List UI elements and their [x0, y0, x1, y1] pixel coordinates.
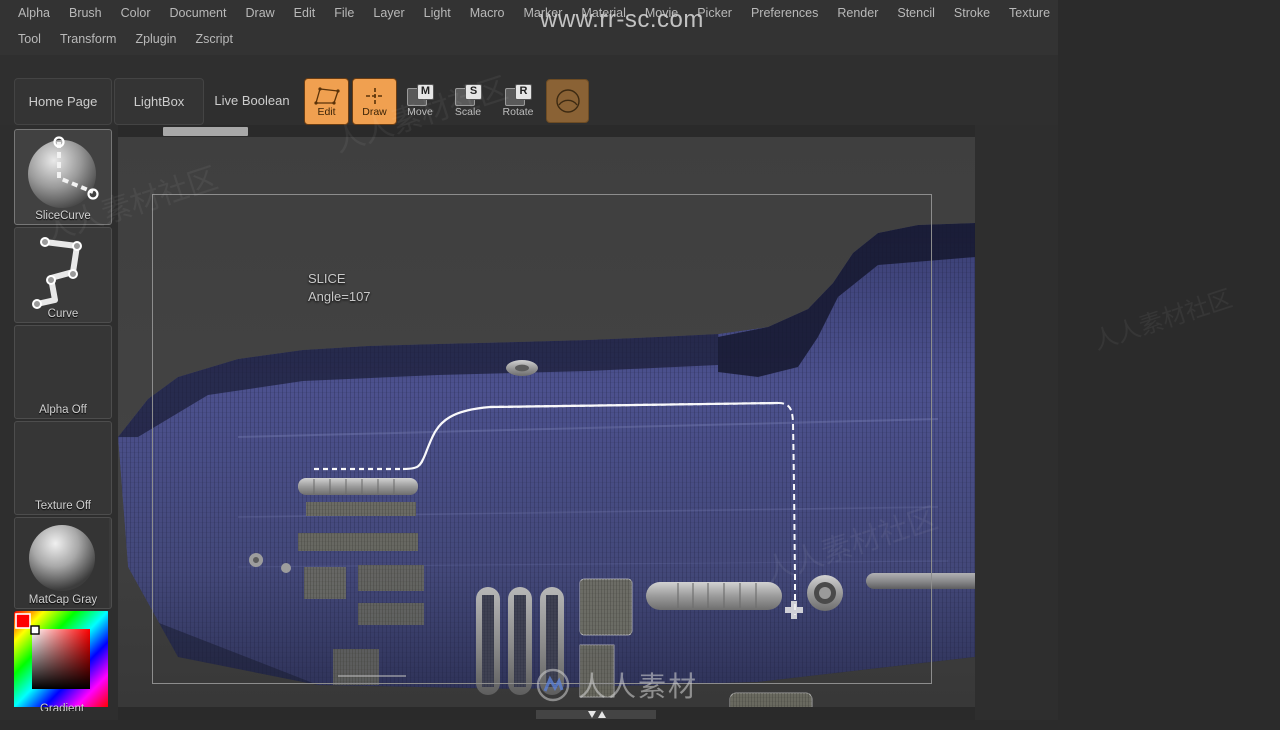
home-page-button[interactable]: Home Page	[14, 78, 112, 125]
document-frame	[152, 194, 932, 684]
canvas-area[interactable]: SLICE Angle=107 人人素材	[118, 125, 975, 720]
menu-item-layer[interactable]: Layer	[365, 2, 412, 24]
live-boolean-button[interactable]: Live Boolean	[206, 78, 298, 123]
draw-icon	[365, 87, 384, 104]
texture-label: Texture Off	[34, 500, 92, 512]
right-panel: SimpleBrush EraserBrush 39 ship14 36 shi…	[1058, 0, 1280, 720]
move-shortcut-key: M	[417, 84, 434, 100]
color-picker-swatch	[14, 611, 110, 711]
menu-item-stencil[interactable]: Stencil	[889, 2, 943, 24]
texture-selector[interactable]: Texture Off	[14, 421, 112, 515]
stroke-selector[interactable]: Curve	[14, 227, 112, 323]
brush-selector[interactable]: SliceCurve	[14, 129, 112, 225]
menu-item-zplugin[interactable]: Zplugin	[127, 28, 184, 50]
menu-item-edit[interactable]: Edit	[286, 2, 324, 24]
right-shelf: BPR SPix 3 Dynamic Persp x y z Floor	[975, 125, 1058, 720]
site-watermark: www.rr-sc.com	[540, 6, 704, 33]
menu-row-primary: Alpha Brush Color Document Draw Edit File Layer…	[0, 0, 1058, 26]
draw-mode-button[interactable]: Draw	[352, 78, 397, 125]
menu-bar: Alpha Brush Color Document Draw Edit File Layer…	[0, 0, 1058, 55]
zbrush-application-window: Alpha Brush Color Document Draw Edit File Layer…	[0, 0, 1280, 720]
gradient-label: Gradient	[39, 703, 85, 711]
menu-item-document[interactable]: Document	[162, 2, 235, 24]
slice-annotation: SLICE Angle=107	[308, 270, 371, 306]
slice-title: SLICE	[308, 271, 346, 286]
canvas-bottom-bar	[118, 707, 975, 720]
material-sphere-icon	[555, 89, 580, 113]
slice-angle: Angle=107	[308, 289, 371, 304]
rotate-shortcut-key: R	[515, 84, 532, 100]
stroke-label: Curve	[47, 308, 79, 320]
menu-item-tool[interactable]: Tool	[10, 28, 49, 50]
main-toolbar: Home Page LightBox Live Boolean Edit Dra…	[0, 55, 1058, 182]
menu-item-texture[interactable]: Texture	[1001, 2, 1058, 24]
menu-item-alpha[interactable]: Alpha	[10, 2, 58, 24]
color-picker[interactable]: Gradient	[14, 611, 110, 711]
menu-item-color[interactable]: Color	[113, 2, 159, 24]
menu-item-transform[interactable]: Transform	[52, 28, 125, 50]
material-swatch-button[interactable]	[546, 79, 589, 123]
menu-item-light[interactable]: Light	[416, 2, 459, 24]
alpha-label: Alpha Off	[39, 404, 87, 416]
canvas-hscrollbar-thumb[interactable]	[163, 127, 248, 136]
menu-item-zscript[interactable]: Zscript	[187, 28, 241, 50]
menu-item-macro[interactable]: Macro	[462, 2, 513, 24]
brush-label: SliceCurve	[35, 210, 91, 222]
menu-item-brush[interactable]: Brush	[61, 2, 110, 24]
canvas-vertical-nav[interactable]	[536, 708, 656, 720]
scale-tool-button[interactable]: S Scale	[450, 81, 486, 121]
alpha-selector[interactable]: Alpha Off	[14, 325, 112, 419]
lightbox-button[interactable]: LightBox	[114, 78, 204, 125]
menu-item-preferences[interactable]: Preferences	[743, 2, 826, 24]
menu-row-secondary: Tool Transform Zplugin Zscript	[0, 26, 1058, 52]
menu-item-stroke[interactable]: Stroke	[946, 2, 998, 24]
edit-mode-button[interactable]: Edit	[304, 78, 349, 125]
left-shelf: SliceCurve Curve Alpha Off Texture Off M…	[0, 125, 118, 720]
rotate-tool-button[interactable]: R Rotate	[500, 81, 536, 121]
material-label: MatCap Gray	[28, 594, 98, 606]
menu-item-file[interactable]: File	[326, 2, 362, 24]
move-tool-button[interactable]: M Move	[402, 81, 438, 121]
material-selector[interactable]: MatCap Gray	[14, 517, 112, 609]
edit-icon	[313, 86, 340, 105]
menu-item-render[interactable]: Render	[829, 2, 886, 24]
menu-item-draw[interactable]: Draw	[238, 2, 283, 24]
viewport[interactable]: SLICE Angle=107 人人素材	[118, 137, 975, 707]
scale-shortcut-key: S	[465, 84, 482, 100]
